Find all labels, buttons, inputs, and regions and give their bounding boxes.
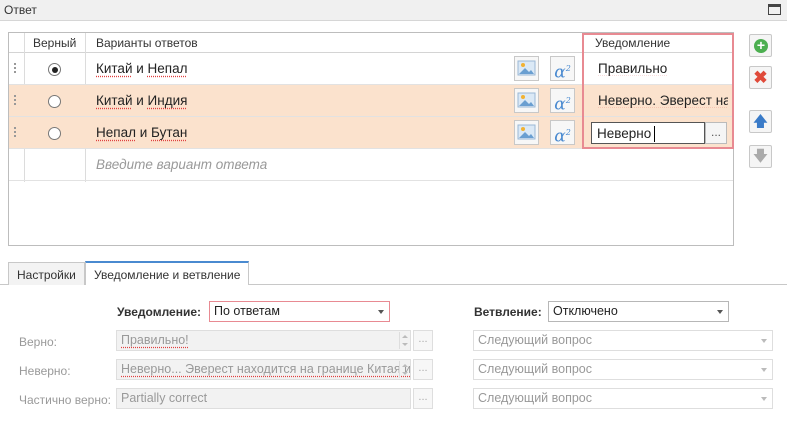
incorrect-branch-select[interactable]: Следующий вопрос — [473, 359, 773, 380]
drag-handle-icon[interactable] — [14, 63, 16, 75]
correct-label: Верно: — [19, 335, 57, 349]
chevron-down-icon — [717, 310, 723, 314]
correct-radio[interactable] — [48, 63, 61, 76]
incorrect-label: Неверно: — [19, 364, 71, 378]
panel-title: Ответ — [4, 3, 37, 17]
insert-formula-button[interactable]: α2 — [550, 88, 575, 115]
incorrect-feedback-input[interactable]: Неверно... Эверест находится на границе … — [116, 359, 411, 380]
maximize-icon[interactable] — [768, 4, 781, 15]
drag-handle-icon[interactable] — [14, 95, 16, 107]
answer-text[interactable]: Китай и Индия — [96, 93, 187, 108]
drag-handle-icon[interactable] — [14, 127, 16, 139]
correct-branch-select[interactable]: Следующий вопрос — [473, 330, 773, 351]
chevron-down-icon — [378, 310, 384, 314]
image-icon — [517, 92, 536, 108]
delete-answer-button[interactable]: ✖ — [749, 66, 772, 89]
partial-feedback-input[interactable]: Partially correct — [116, 388, 411, 409]
branching-label: Ветвление: — [474, 305, 542, 319]
correct-radio[interactable] — [48, 127, 61, 140]
new-answer-row[interactable]: Введите вариант ответа — [9, 149, 733, 181]
add-answer-button[interactable] — [749, 34, 772, 57]
notification-label: Уведомление: — [117, 305, 201, 319]
notification-select[interactable]: По ответам — [209, 301, 390, 322]
insert-image-button[interactable] — [514, 56, 539, 81]
correct-feedback-input[interactable]: Правильно! — [116, 330, 411, 351]
chevron-down-icon — [761, 397, 767, 401]
move-down-button[interactable]: 🡇 — [749, 145, 772, 168]
insert-image-button[interactable] — [514, 88, 539, 113]
tab-settings[interactable]: Настройки — [8, 262, 85, 285]
insert-formula-button[interactable]: α2 — [550, 120, 575, 147]
insert-formula-button[interactable]: α2 — [550, 56, 575, 83]
notification-column-highlight — [582, 33, 734, 149]
header-answers: Варианты ответов — [96, 36, 198, 50]
panel-titlebar: Ответ — [0, 0, 787, 21]
answer-text[interactable]: Непал и Бутан — [96, 125, 187, 140]
partial-label: Частично верно: — [19, 393, 111, 407]
move-up-button[interactable]: 🡅 — [749, 110, 772, 133]
image-icon — [517, 124, 536, 140]
tab-notification-branching[interactable]: Уведомление и ветвление — [85, 261, 250, 285]
branching-select[interactable]: Отключено — [548, 301, 729, 322]
insert-image-button[interactable] — [514, 120, 539, 145]
correct-feedback-more-button[interactable]: ... — [413, 330, 433, 351]
partial-branch-select[interactable]: Следующий вопрос — [473, 388, 773, 409]
partial-feedback-more-button[interactable]: ... — [413, 388, 433, 409]
new-answer-placeholder[interactable]: Введите вариант ответа — [96, 157, 267, 172]
chevron-down-icon — [761, 368, 767, 372]
answer-text[interactable]: Китай и Непал — [96, 61, 188, 76]
chevron-down-icon — [761, 339, 767, 343]
correct-radio[interactable] — [48, 95, 61, 108]
incorrect-feedback-more-button[interactable]: ... — [413, 359, 433, 380]
image-icon — [517, 60, 536, 76]
header-correct: Верный — [33, 36, 77, 50]
